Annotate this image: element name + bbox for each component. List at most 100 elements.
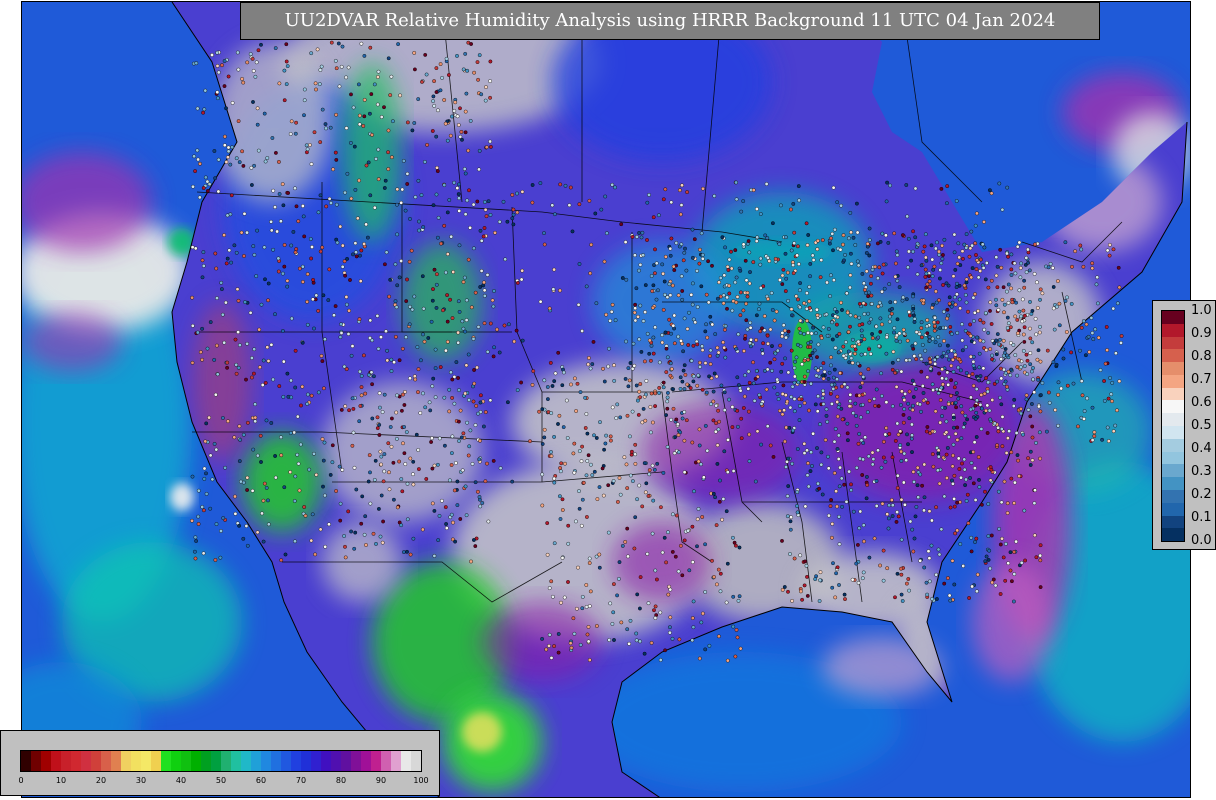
observation-dot <box>505 219 510 224</box>
observation-dot <box>651 420 655 425</box>
observation-dot <box>686 528 690 533</box>
observation-dot <box>956 396 961 401</box>
observation-dot <box>836 405 841 410</box>
observation-dot <box>933 246 938 251</box>
observation-dot <box>780 412 785 417</box>
observation-dot <box>733 654 738 659</box>
observation-dot <box>849 251 853 256</box>
observation-dot <box>608 601 613 606</box>
observation-dot <box>219 287 224 291</box>
observation-dot <box>1104 325 1109 329</box>
observation-dot <box>334 157 339 162</box>
observation-dot <box>255 122 260 127</box>
observation-dot <box>456 330 460 335</box>
observation-dot <box>685 190 689 195</box>
observation-dot <box>955 292 959 297</box>
observation-dot <box>319 353 324 358</box>
observation-dot <box>600 466 605 471</box>
observation-dot <box>833 595 838 600</box>
observation-dot <box>988 308 992 313</box>
observation-dot <box>660 262 665 267</box>
observation-dot <box>342 534 346 538</box>
observation-dot <box>579 523 584 528</box>
observation-dot <box>226 145 231 150</box>
observation-dot <box>1081 319 1086 323</box>
observation-dot <box>584 412 589 416</box>
observation-dot <box>971 449 976 454</box>
observation-dot <box>1046 265 1051 270</box>
observation-dot <box>388 425 393 429</box>
observation-dot <box>981 320 986 325</box>
observation-dot <box>458 134 463 139</box>
observation-dot <box>430 298 435 303</box>
observation-dot <box>725 295 729 300</box>
observation-dot <box>1019 261 1023 266</box>
observation-dot <box>289 316 294 321</box>
observation-dot <box>237 523 242 528</box>
observation-dot <box>354 254 359 259</box>
observation-dot <box>952 496 956 501</box>
observation-dot <box>220 312 225 317</box>
observation-dot <box>906 265 910 270</box>
observation-dot <box>837 484 842 489</box>
observation-dot <box>276 256 281 261</box>
observation-dot <box>657 360 662 365</box>
observation-dot <box>814 373 819 378</box>
observation-dot <box>802 379 807 384</box>
observation-dot <box>309 51 314 56</box>
observation-dot <box>682 316 687 321</box>
observation-dot <box>602 379 607 384</box>
observation-dot <box>725 264 730 269</box>
observation-dot <box>1034 332 1039 337</box>
observation-dot <box>945 476 949 480</box>
observation-dot <box>626 554 630 559</box>
observation-dot <box>623 376 628 381</box>
observation-dot <box>959 368 963 373</box>
observation-dot <box>222 134 227 139</box>
observation-dot <box>637 231 641 235</box>
observation-dot <box>957 255 962 260</box>
observation-dot <box>542 378 547 383</box>
observation-dot <box>816 394 820 399</box>
observation-dot <box>670 283 675 288</box>
observation-dot <box>510 479 515 484</box>
observation-dot <box>994 352 999 357</box>
observation-dot <box>464 363 469 368</box>
observation-dot <box>879 371 883 376</box>
observation-dot <box>883 459 888 464</box>
observation-dot <box>908 313 912 318</box>
observation-dot <box>919 369 924 374</box>
observation-dot <box>313 552 317 557</box>
observation-dot <box>832 278 836 282</box>
observation-dot <box>968 333 973 338</box>
observation-dot <box>609 438 613 443</box>
observation-dot <box>653 247 657 252</box>
observation-dot <box>788 519 793 524</box>
observation-dot <box>755 429 760 434</box>
observation-dot <box>704 322 708 327</box>
observation-dot <box>682 250 687 255</box>
observation-dot <box>796 244 800 249</box>
observation-dot <box>625 413 630 418</box>
observation-dot <box>597 565 602 570</box>
observation-dot <box>683 246 687 251</box>
observation-dot <box>444 56 449 61</box>
observation-dot <box>1105 348 1110 352</box>
observation-dot <box>222 340 227 345</box>
observation-dot <box>245 475 250 480</box>
observation-dot <box>855 201 859 206</box>
observation-dot <box>955 500 959 505</box>
obs-colorbar-segment <box>1162 464 1184 478</box>
observation-dot <box>959 475 963 480</box>
observation-dot <box>864 251 869 255</box>
observation-dot <box>968 322 972 327</box>
observation-dot <box>867 320 872 325</box>
observation-dot <box>1006 282 1011 287</box>
observation-dot <box>212 357 217 362</box>
observation-dot <box>986 502 991 506</box>
observation-dot <box>490 298 495 303</box>
observation-dot <box>889 498 894 502</box>
observation-dot <box>775 392 780 396</box>
observation-dot <box>464 318 469 322</box>
observation-dot <box>603 441 608 446</box>
